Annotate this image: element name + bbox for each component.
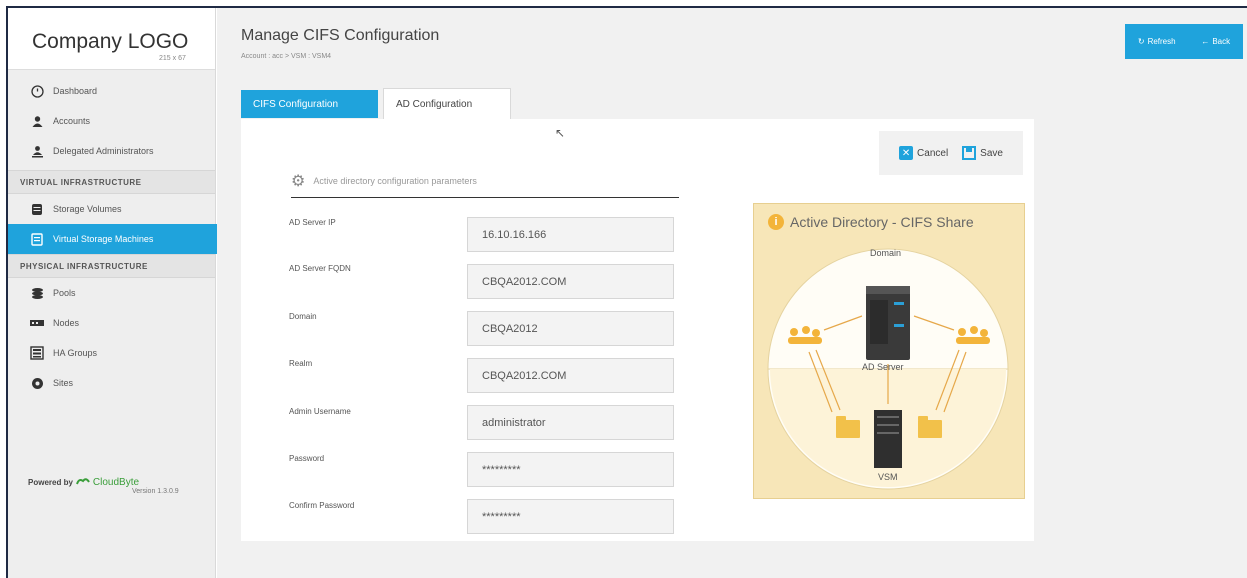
user-icon (30, 114, 44, 128)
cloudbyte-logo-icon (75, 476, 90, 488)
cancel-button[interactable]: ✕ Cancel (899, 146, 948, 160)
field-label-ad-server-fqdn: AD Server FQDN (289, 264, 351, 273)
save-button[interactable]: Save (962, 146, 1003, 160)
sidebar-item-storage-volumes[interactable]: Storage Volumes (8, 194, 215, 224)
sidebar-item-accounts[interactable]: Accounts (8, 106, 215, 136)
sidebar-item-nodes[interactable]: Nodes (8, 308, 215, 338)
dashboard-icon (30, 84, 44, 98)
save-label: Save (980, 147, 1003, 159)
nodes-icon (30, 316, 44, 330)
vsm-label: VSM (878, 472, 898, 482)
sites-icon (30, 376, 44, 390)
mouse-cursor-icon: ↖ (555, 126, 566, 140)
page-title: Manage CIFS Configuration (241, 27, 440, 44)
info-icon: i (768, 214, 784, 230)
field-label-realm: Realm (289, 359, 313, 368)
refresh-button[interactable]: ↻ Refresh (1138, 37, 1176, 46)
gear-icon: ⚙ (291, 173, 306, 190)
sidebar-item-pools[interactable]: Pools (8, 278, 215, 308)
sidebar-item-virtual-storage-machines[interactable]: Virtual Storage Machines (8, 224, 236, 254)
server-icon (30, 232, 44, 246)
sidebar-item-label: Accounts (53, 116, 91, 126)
field-label-admin-username: Admin Username (289, 407, 351, 416)
sidebar-item-sites[interactable]: Sites (8, 368, 215, 398)
top-action-bar: ↻ Refresh ← Back (1125, 24, 1243, 59)
refresh-icon: ↻ (1137, 37, 1145, 46)
admin-icon (30, 144, 44, 158)
domain-label: Domain (870, 248, 902, 258)
sidebar-item-label: Delegated Administrators (53, 146, 154, 156)
sidebar-item-label: Virtual Storage Machines (53, 234, 154, 244)
field-label-confirm-password: Confirm Password (289, 501, 355, 510)
realm-field[interactable]: CBQA2012.COM (467, 358, 674, 393)
cancel-label: Cancel (917, 147, 949, 159)
powered-by-text: Powered by (28, 477, 73, 487)
logo-size: 215 x 67 (159, 55, 186, 62)
password-field[interactable]: ********* (467, 452, 674, 487)
sidebar-item-label: Nodes (53, 318, 80, 328)
ad-configuration-panel: ✕ Cancel Save ⚙ Active directory configu… (241, 119, 1034, 541)
form-actions: ✕ Cancel Save (879, 131, 1023, 175)
ad-server-label: AD Server (862, 362, 904, 372)
sidebar-item-label: Pools (53, 288, 76, 298)
field-label-password: Password (289, 454, 325, 463)
breadcrumb[interactable]: Account : acc > VSM : VSM4 (241, 53, 331, 60)
section-physical-infrastructure: PHYSICAL INFRASTRUCTURE (8, 254, 215, 278)
back-button[interactable]: ← Back (1201, 37, 1230, 46)
powered-brand: CloudByte (92, 476, 140, 488)
sidebar-item-delegated-administrators[interactable]: Delegated Administrators (8, 136, 215, 166)
confirm-password-field[interactable]: ********* (467, 499, 674, 534)
refresh-label: Refresh (1147, 37, 1176, 46)
sidebar-item-label: HA Groups (53, 348, 98, 358)
ha-groups-icon (30, 346, 44, 360)
pools-icon (30, 286, 44, 300)
sidebar-item-label: Dashboard (53, 86, 98, 96)
version-text: Version 1.3.0.9 (132, 488, 179, 495)
params-section-header: ⚙ Active directory configuration paramet… (291, 165, 679, 198)
ad-cifs-diagram: i Active Directory - CIFS Share Domain A… (753, 203, 1025, 499)
field-label-domain: Domain (289, 312, 317, 321)
section-virtual-infrastructure: VIRTUAL INFRASTRUCTURE (8, 170, 215, 194)
cancel-icon: ✕ (899, 146, 914, 160)
params-section-title: Active directory configuration parameter… (313, 176, 477, 186)
sidebar-item-dashboard[interactable]: Dashboard (8, 76, 215, 106)
sidebar: Company LOGO 215 x 67 Dashboard Accounts… (8, 8, 236, 578)
main-content: Manage CIFS Configuration Account : acc … (217, 8, 1247, 578)
tab-ad-configuration[interactable]: AD Configuration (383, 88, 511, 119)
back-label: Back (1212, 37, 1231, 46)
domain-field[interactable]: CBQA2012 (467, 311, 674, 346)
admin-username-field[interactable]: administrator (467, 405, 674, 440)
powered-by: Powered by CloudByte Version 1.3.0.9 (28, 476, 179, 496)
sidebar-item-label: Sites (53, 378, 74, 388)
diagram-title: i Active Directory - CIFS Share (768, 214, 974, 230)
back-arrow-icon: ← (1201, 37, 1210, 46)
company-logo[interactable]: Company LOGO 215 x 67 (8, 8, 215, 70)
sidebar-item-ha-groups[interactable]: HA Groups (8, 338, 215, 368)
tab-cifs-configuration[interactable]: CIFS Configuration (241, 90, 378, 118)
field-label-ad-server-ip: AD Server IP (289, 218, 336, 227)
logo-text: Company LOGO (32, 30, 189, 53)
ad-server-ip-field[interactable]: 16.10.16.166 (467, 217, 674, 252)
diagram-title-text: Active Directory - CIFS Share (790, 214, 974, 230)
sidebar-item-label: Storage Volumes (53, 204, 122, 214)
ad-server-fqdn-field[interactable]: CBQA2012.COM (467, 264, 674, 299)
storage-icon (30, 202, 44, 216)
save-icon (962, 146, 977, 160)
